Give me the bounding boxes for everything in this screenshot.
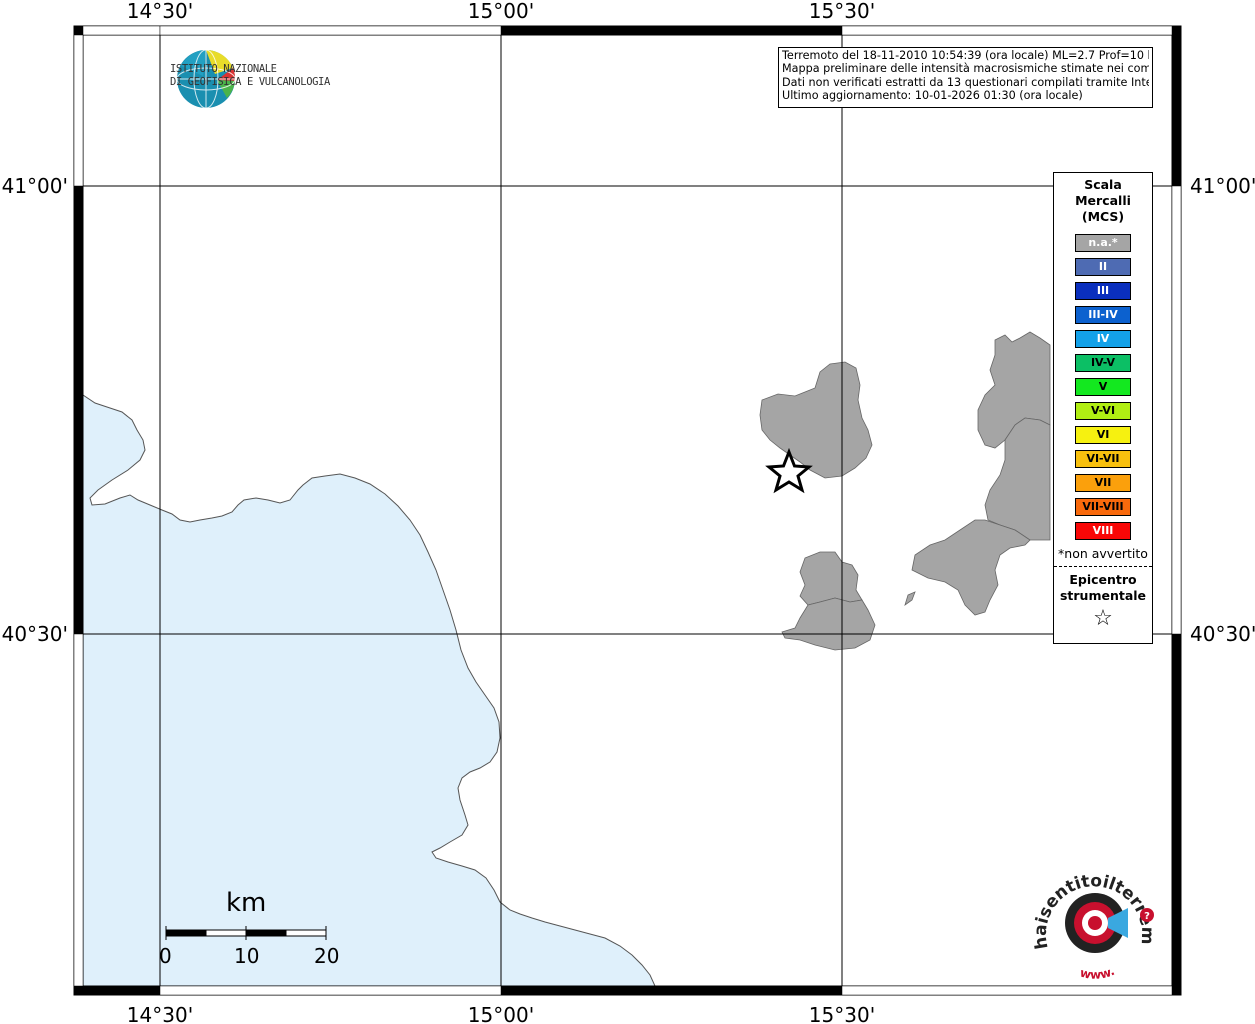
- scalebar-tick-10: 10: [234, 944, 260, 968]
- legend-item-v-vi: V-VI: [1075, 402, 1131, 420]
- legend-item-vi-vii: VI-VII: [1075, 450, 1131, 468]
- scalebar-tick-0: 0: [159, 944, 172, 968]
- legend-item-vii-viii: VII-VIII: [1075, 498, 1131, 516]
- legend-item-iv-v: IV-V: [1075, 354, 1131, 372]
- ingv-name-line2: DI GEOFISICA E VULCANOLOGIA: [170, 76, 330, 88]
- scalebar-unit: km: [226, 888, 267, 918]
- legend-epicentre-label: Epicentro strumentale: [1054, 572, 1152, 604]
- scalebar-tick-20: 20: [314, 944, 340, 968]
- svg-text:www.: www.: [1079, 964, 1117, 980]
- lon-label-bottom-1500: 15°00': [468, 1003, 534, 1024]
- lon-label-top-1500: 15°00': [468, 0, 534, 23]
- legend-divider: [1054, 566, 1152, 567]
- legend-item-iv: IV: [1075, 330, 1131, 348]
- svg-text:?: ?: [1144, 911, 1150, 922]
- event-info-line3: Dati non verificati estratti da 13 quest…: [782, 75, 1149, 89]
- haisentito-logo-icon: haisentitoilterremoto.it www. ?: [1030, 870, 1157, 980]
- haisentito-logo-www: www.: [1079, 964, 1117, 980]
- lat-label-right-4100: 41°00': [1190, 174, 1255, 198]
- event-info-line2: Mappa preliminare delle intensità macros…: [782, 62, 1149, 76]
- legend-note: *non avvertito: [1058, 546, 1148, 561]
- lon-label-bottom-1530: 15°30': [809, 1003, 875, 1024]
- event-info-line1: Terremoto del 18-11-2010 10:54:39 (ora l…: [782, 49, 1149, 62]
- intensity-legend: Scala Mercalli (MCS) n.a.* II III III-IV IV I…: [1053, 172, 1153, 644]
- event-info-line4: Ultimo aggiornamento: 10-01-2026 01:30 (…: [782, 89, 1083, 103]
- legend-title: Scala Mercalli (MCS): [1054, 177, 1152, 225]
- legend-star-icon: ☆: [1093, 606, 1113, 631]
- ingv-name-line1: ISTITUTO NAZIONALE: [170, 63, 277, 75]
- legend-item-na: n.a.*: [1075, 234, 1131, 252]
- legend-item-viii: VIII: [1075, 522, 1131, 540]
- legend-item-iii-iv: III-IV: [1075, 306, 1131, 324]
- lon-label-bottom-1430: 14°30': [127, 1003, 193, 1024]
- legend-items: n.a.* II III III-IV IV IV-V V V-VI VI VI-VII VII VI…: [1054, 234, 1152, 540]
- legend-epicentre-line2: strumentale: [1059, 588, 1147, 603]
- legend-item-ii: II: [1075, 258, 1131, 276]
- legend-item-iii: III: [1075, 282, 1131, 300]
- legend-title-line2: Mercalli: [1075, 193, 1131, 208]
- legend-title-line1: Scala: [1084, 177, 1122, 192]
- legend-item-vii: VII: [1075, 474, 1131, 492]
- legend-item-v: V: [1075, 378, 1131, 396]
- lat-label-left-4100: 41°00': [2, 174, 68, 198]
- legend-epicentre-line1: Epicentro: [1069, 572, 1137, 587]
- event-info-box: Terremoto del 18-11-2010 10:54:39 (ora l…: [778, 47, 1153, 108]
- legend-item-vi: VI: [1075, 426, 1131, 444]
- lon-label-top-1430: 14°30': [127, 0, 193, 23]
- ingv-name: ISTITUTO NAZIONALE DI GEOFISICA E VULCAN…: [170, 63, 330, 89]
- lat-label-left-4030: 40°30': [2, 622, 68, 646]
- legend-title-line3: (MCS): [1081, 209, 1125, 224]
- lat-label-right-4030: 40°30': [1190, 622, 1255, 646]
- lon-label-top-1530: 15°30': [809, 0, 875, 23]
